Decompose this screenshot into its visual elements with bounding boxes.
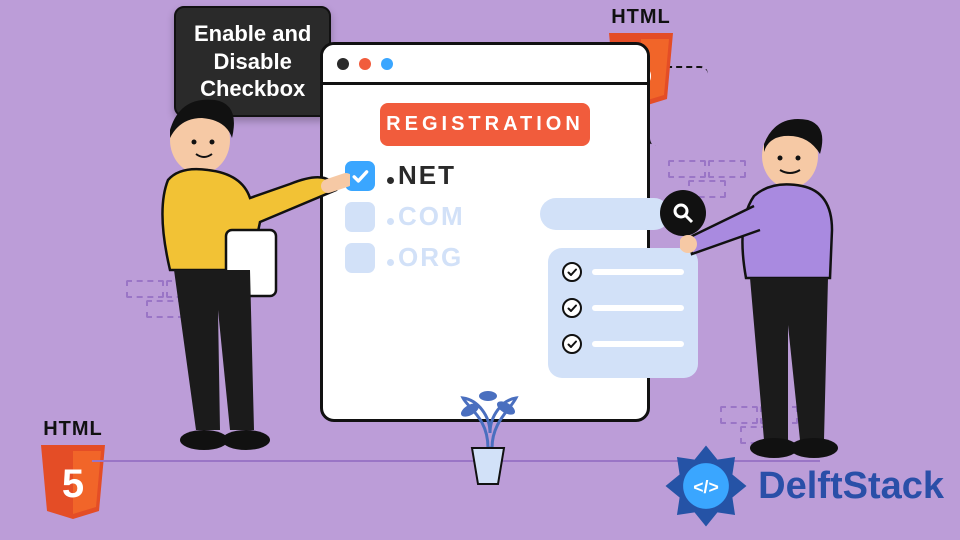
brand-seal-icon: </> — [662, 442, 750, 530]
checklist-panel — [548, 248, 698, 378]
html5-shield-icon: 5 — [35, 443, 111, 521]
canvas: Enable and Disable Checkbox HTML 5 HTML … — [0, 0, 960, 540]
placeholder-bar — [592, 269, 684, 275]
registration-button[interactable]: REGISTRATION — [380, 103, 590, 146]
check-circle-icon — [562, 334, 582, 354]
person-right — [680, 110, 880, 460]
html5-version: 5 — [62, 462, 84, 506]
window-dot-icon — [359, 58, 371, 70]
window-dot-icon — [337, 58, 349, 70]
html5-label: HTML — [28, 418, 118, 441]
brand: </> DelftStack — [662, 442, 944, 530]
check-icon — [350, 166, 370, 186]
check-circle-icon — [562, 298, 582, 318]
placeholder-bar — [592, 341, 684, 347]
domain-row-net[interactable]: NET — [345, 160, 625, 191]
tld-label: ORG — [387, 242, 463, 273]
svg-text:</>: </> — [693, 477, 718, 497]
checklist-row — [562, 262, 684, 282]
placeholder-bar — [592, 305, 684, 311]
person-left — [130, 90, 350, 460]
checklist-row — [562, 298, 684, 318]
search-input[interactable] — [540, 198, 670, 230]
tld-label: NET — [387, 160, 456, 191]
html5-badge-bottom: HTML 5 — [28, 418, 118, 521]
html5-label: HTML — [596, 6, 686, 29]
plant-icon — [448, 388, 528, 488]
window-dot-icon — [381, 58, 393, 70]
tooltip-line: Enable and — [194, 20, 311, 48]
window-titlebar — [323, 45, 647, 85]
check-circle-icon — [562, 262, 582, 282]
checklist-row — [562, 334, 684, 354]
tld-label: COM — [387, 201, 465, 232]
tooltip-line: Disable — [194, 48, 311, 76]
brand-name: DelftStack — [758, 465, 944, 508]
